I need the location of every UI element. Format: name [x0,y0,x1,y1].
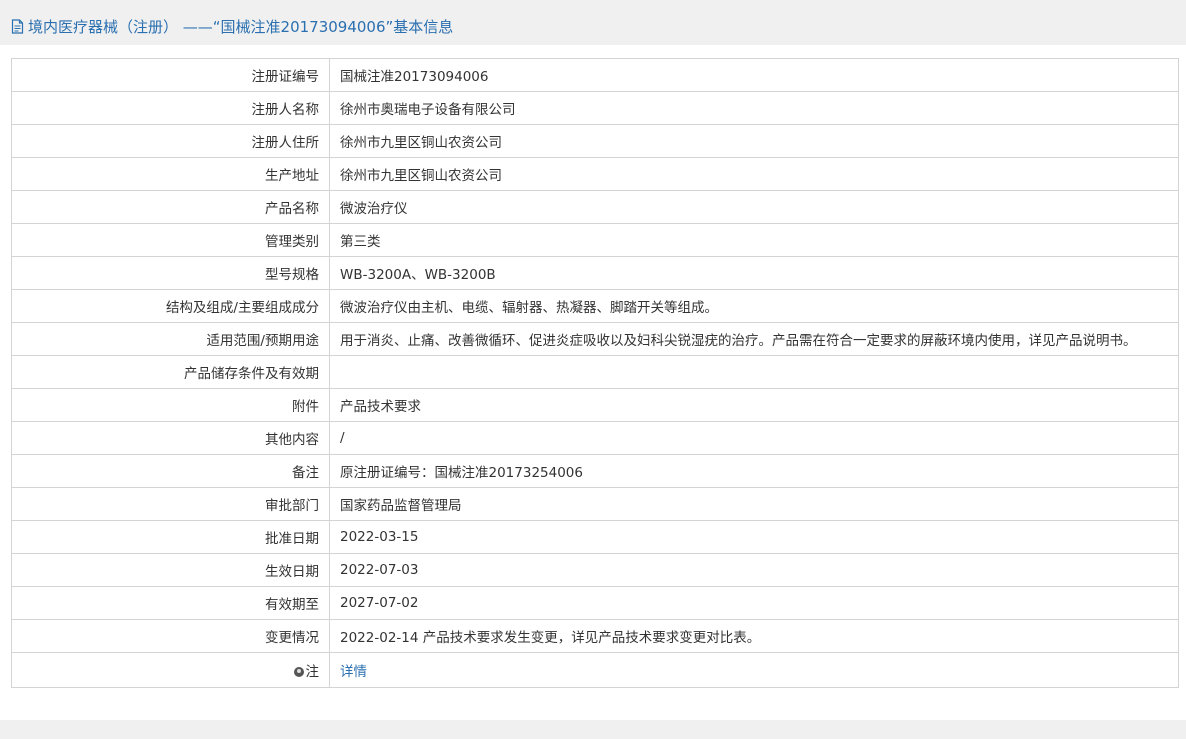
table-row: 生产地址 徐州市九里区铜山农资公司 [11,157,1179,191]
table-row-note: 注 详情 [11,652,1179,688]
note-icon [293,667,304,677]
row-value: 徐州市九里区铜山农资公司 [329,124,1179,158]
row-label: 生产地址 [11,157,330,191]
row-label: 其他内容 [11,421,330,455]
row-label: 型号规格 [11,256,330,290]
table-row: 注册人住所 徐州市九里区铜山农资公司 [11,124,1179,158]
row-value: 微波治疗仪 [329,190,1179,224]
info-panel: 境内医疗器械（注册） ——“国械注准20173094006”基本信息 注册证编号… [0,7,1186,720]
row-value: 第三类 [329,223,1179,257]
row-value: 原注册证编号：国械注准20173254006 [329,454,1179,488]
table-row: 注册证编号 国械注准20173094006 [11,58,1179,92]
table-row: 适用范围/预期用途 用于消炎、止痛、改善微循环、促进炎症吸收以及妇科尖锐湿疣的治疗… [11,322,1179,356]
row-label: 管理类别 [11,223,330,257]
table-row: 其他内容 / [11,421,1179,455]
row-value: 国家药品监督管理局 [329,487,1179,521]
document-icon [11,18,24,34]
table-row: 审批部门 国家药品监督管理局 [11,487,1179,521]
row-value: 2022-07-03 [329,553,1179,587]
row-value: 微波治疗仪由主机、电缆、辐射器、热凝器、脚踏开关等组成。 [329,289,1179,323]
table-row: 注册人名称 徐州市奥瑞电子设备有限公司 [11,91,1179,125]
row-value: / [329,421,1179,455]
note-value-cell: 详情 [329,652,1179,688]
info-table: 注册证编号 国械注准20173094006 注册人名称 徐州市奥瑞电子设备有限公司 注册… [11,58,1179,688]
row-label: 生效日期 [11,553,330,587]
row-label: 附件 [11,388,330,422]
row-label: 结构及组成/主要组成成分 [11,289,330,323]
panel-header: 境内医疗器械（注册） ——“国械注准20173094006”基本信息 [0,7,1186,45]
note-label: 注 [305,664,320,680]
row-label: 产品储存条件及有效期 [11,355,330,389]
row-label: 注册人住所 [11,124,330,158]
row-label: 批准日期 [11,520,330,554]
table-row: 产品储存条件及有效期 [11,355,1179,389]
row-value: 国械注准20173094006 [329,58,1179,92]
row-value: 2027-07-02 [329,586,1179,620]
row-label: 产品名称 [11,190,330,224]
table-row: 附件 产品技术要求 [11,388,1179,422]
table-row: 生效日期 2022-07-03 [11,553,1179,587]
table-row: 产品名称 微波治疗仪 [11,190,1179,224]
row-label: 注册人名称 [11,91,330,125]
table-row: 有效期至 2027-07-02 [11,586,1179,620]
row-value: 产品技术要求 [329,388,1179,422]
row-label: 审批部门 [11,487,330,521]
table-row: 结构及组成/主要组成成分 微波治疗仪由主机、电缆、辐射器、热凝器、脚踏开关等组成。 [11,289,1179,323]
row-value [329,355,1179,389]
table-row: 管理类别 第三类 [11,223,1179,257]
table-row: 变更情况 2022-02-14 产品技术要求发生变更，详见产品技术要求变更对比表。 [11,619,1179,653]
row-value: WB-3200A、WB-3200B [329,256,1179,290]
row-value: 用于消炎、止痛、改善微循环、促进炎症吸收以及妇科尖锐湿疣的治疗。产品需在符合一定… [329,322,1179,356]
row-label: 有效期至 [11,586,330,620]
row-value: 2022-02-14 产品技术要求发生变更，详见产品技术要求变更对比表。 [329,619,1179,653]
row-value: 徐州市九里区铜山农资公司 [329,157,1179,191]
table-row: 批准日期 2022-03-15 [11,520,1179,554]
row-label: 变更情况 [11,619,330,653]
row-label: 注册证编号 [11,58,330,92]
row-value: 2022-03-15 [329,520,1179,554]
row-value: 徐州市奥瑞电子设备有限公司 [329,91,1179,125]
table-row: 型号规格 WB-3200A、WB-3200B [11,256,1179,290]
row-label: 备注 [11,454,330,488]
page-title: 境内医疗器械（注册） ——“国械注准20173094006”基本信息 [28,17,454,36]
note-label-cell: 注 [11,652,330,688]
table-row: 备注 原注册证编号：国械注准20173254006 [11,454,1179,488]
details-link[interactable]: 详情 [340,664,367,680]
row-label: 适用范围/预期用途 [11,322,330,356]
